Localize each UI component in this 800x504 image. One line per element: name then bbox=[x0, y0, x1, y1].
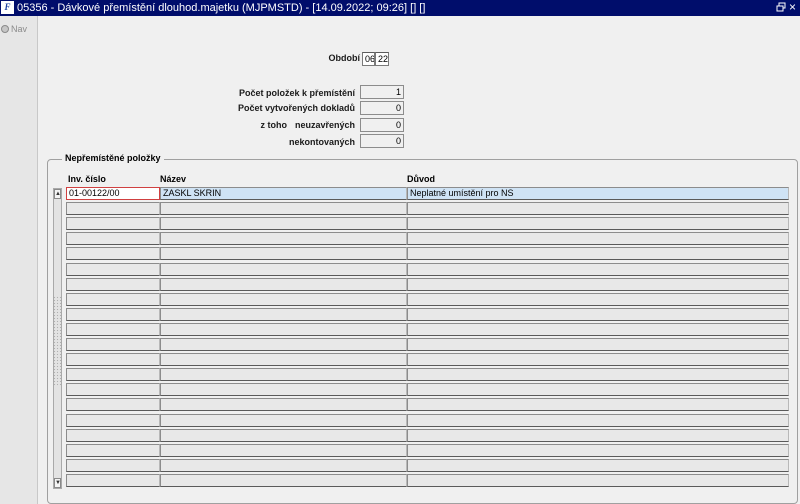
nav-icon bbox=[1, 24, 9, 33]
cell-nazev[interactable] bbox=[160, 202, 407, 215]
cell-duvod[interactable] bbox=[407, 459, 789, 472]
cell-duvod[interactable] bbox=[407, 323, 789, 336]
cell-inv-cislo[interactable] bbox=[66, 368, 160, 381]
window-title: 05356 - Dávkové přemístění dlouhod.majet… bbox=[17, 2, 426, 14]
column-header-inv-cislo: Inv. číslo bbox=[68, 174, 106, 184]
cell-duvod[interactable] bbox=[407, 308, 789, 321]
cell-nazev[interactable] bbox=[160, 474, 407, 487]
pocet-polozek-label: Počet položek k přemístění bbox=[238, 88, 355, 98]
restore-icon[interactable] bbox=[776, 2, 786, 13]
cell-duvod[interactable] bbox=[407, 398, 789, 411]
cell-inv-cislo[interactable]: 01-00122/00 bbox=[66, 187, 160, 200]
cell-nazev[interactable] bbox=[160, 383, 407, 396]
cell-inv-cislo[interactable] bbox=[66, 217, 160, 230]
cell-inv-cislo[interactable] bbox=[66, 474, 160, 487]
column-header-duvod: Důvod bbox=[407, 174, 435, 184]
cell-duvod[interactable] bbox=[407, 263, 789, 276]
cell-duvod[interactable] bbox=[407, 338, 789, 351]
cell-inv-cislo[interactable] bbox=[66, 383, 160, 396]
scroll-thumb[interactable] bbox=[53, 296, 62, 386]
cell-inv-cislo[interactable] bbox=[66, 247, 160, 260]
cell-inv-cislo[interactable] bbox=[66, 308, 160, 321]
cell-nazev[interactable]: ZASKL SKRIN bbox=[160, 187, 407, 200]
cell-nazev[interactable] bbox=[160, 429, 407, 442]
nav-button[interactable]: Nav bbox=[1, 22, 35, 35]
cell-duvod[interactable] bbox=[407, 414, 789, 427]
cell-duvod[interactable] bbox=[407, 353, 789, 366]
left-toolbar: Nav bbox=[0, 16, 38, 504]
cell-inv-cislo[interactable] bbox=[66, 278, 160, 291]
cell-nazev[interactable] bbox=[160, 308, 407, 321]
title-bar: F 05356 - Dávkové přemístění dlouhod.maj… bbox=[0, 0, 800, 16]
cell-nazev[interactable] bbox=[160, 278, 407, 291]
cell-inv-cislo[interactable] bbox=[66, 263, 160, 276]
neuzavrenych-field: 0 bbox=[360, 118, 404, 132]
column-header-nazev: Název bbox=[160, 174, 187, 184]
cell-inv-cislo[interactable] bbox=[66, 202, 160, 215]
cell-duvod[interactable] bbox=[407, 474, 789, 487]
cell-duvod[interactable] bbox=[407, 247, 789, 260]
cell-inv-cislo[interactable] bbox=[66, 338, 160, 351]
cell-nazev[interactable] bbox=[160, 353, 407, 366]
group-title: Nepřemístěné položky bbox=[62, 152, 164, 164]
cell-duvod[interactable] bbox=[407, 232, 789, 245]
nekontovanych-label: nekontovaných bbox=[288, 137, 355, 147]
z-toho-label: z toho bbox=[260, 120, 288, 130]
main-form: Období 06 22 Počet položek k přemístění … bbox=[39, 16, 800, 504]
cell-inv-cislo[interactable] bbox=[66, 459, 160, 472]
cell-nazev[interactable] bbox=[160, 247, 407, 260]
cell-nazev[interactable] bbox=[160, 338, 407, 351]
obdobi-month-field[interactable]: 06 bbox=[362, 52, 375, 66]
cell-duvod[interactable] bbox=[407, 444, 789, 457]
pocet-dokladu-field: 0 bbox=[360, 101, 404, 115]
cell-duvod[interactable] bbox=[407, 202, 789, 215]
cell-inv-cislo[interactable] bbox=[66, 398, 160, 411]
pocet-dokladu-label: Počet vytvořených dokladů bbox=[237, 103, 355, 113]
cell-nazev[interactable] bbox=[160, 323, 407, 336]
obdobi-label: Období bbox=[328, 53, 361, 63]
nav-label: Nav bbox=[11, 23, 28, 34]
app-logo-icon: F bbox=[1, 1, 14, 14]
cell-inv-cislo[interactable] bbox=[66, 232, 160, 245]
scroll-down-icon[interactable]: ▼ bbox=[54, 478, 61, 488]
cell-nazev[interactable] bbox=[160, 414, 407, 427]
cell-nazev[interactable] bbox=[160, 368, 407, 381]
cell-inv-cislo[interactable] bbox=[66, 293, 160, 306]
close-icon[interactable]: × bbox=[789, 1, 796, 14]
cell-nazev[interactable] bbox=[160, 293, 407, 306]
cell-duvod[interactable] bbox=[407, 217, 789, 230]
cell-duvod[interactable] bbox=[407, 278, 789, 291]
cell-duvod[interactable] bbox=[407, 293, 789, 306]
cell-duvod[interactable]: Neplatné umístění pro NS bbox=[407, 187, 789, 200]
cell-nazev[interactable] bbox=[160, 232, 407, 245]
cell-duvod[interactable] bbox=[407, 429, 789, 442]
cell-nazev[interactable] bbox=[160, 459, 407, 472]
cell-duvod[interactable] bbox=[407, 383, 789, 396]
cell-inv-cislo[interactable] bbox=[66, 429, 160, 442]
neuzavrenych-label: neuzavřených bbox=[294, 120, 355, 130]
cell-nazev[interactable] bbox=[160, 398, 407, 411]
cell-nazev[interactable] bbox=[160, 263, 407, 276]
cell-inv-cislo[interactable] bbox=[66, 353, 160, 366]
nekontovanych-field: 0 bbox=[360, 134, 404, 148]
scroll-up-icon[interactable]: ▲ bbox=[54, 189, 61, 199]
obdobi-year-field[interactable]: 22 bbox=[375, 52, 389, 66]
cell-duvod[interactable] bbox=[407, 368, 789, 381]
pocet-polozek-field: 1 bbox=[360, 85, 404, 99]
cell-inv-cislo[interactable] bbox=[66, 444, 160, 457]
cell-inv-cislo[interactable] bbox=[66, 414, 160, 427]
cell-nazev[interactable] bbox=[160, 444, 407, 457]
cell-inv-cislo[interactable] bbox=[66, 323, 160, 336]
cell-nazev[interactable] bbox=[160, 217, 407, 230]
